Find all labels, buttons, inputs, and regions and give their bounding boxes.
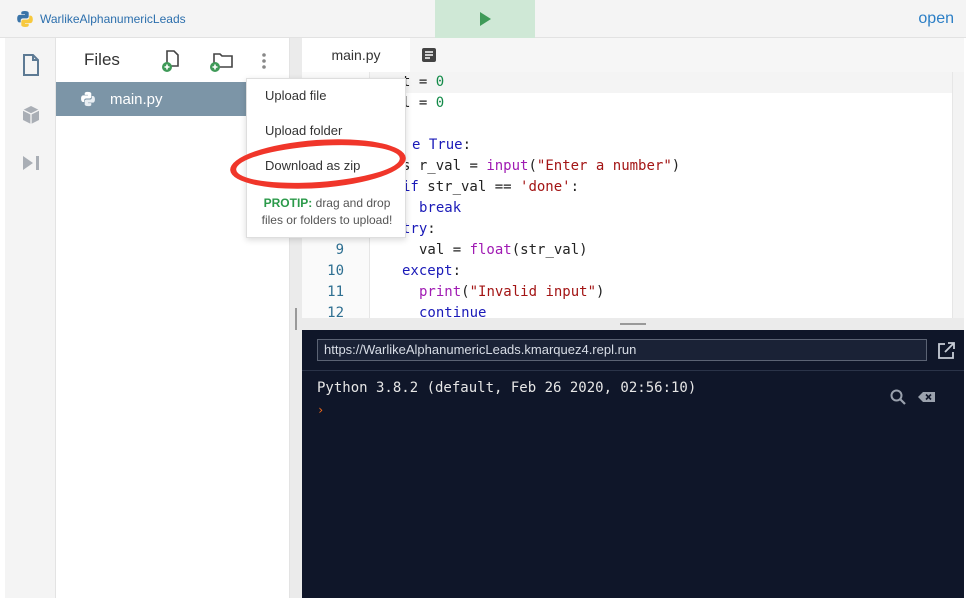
repl-name: WarlikeAlphanumericLeads bbox=[40, 12, 186, 26]
resize-grip bbox=[620, 323, 646, 325]
code-line: t = 0 bbox=[402, 74, 445, 90]
protip-label: PROTIP: bbox=[263, 196, 313, 210]
current-line-highlight bbox=[370, 72, 952, 93]
code-line: print("Invalid input") bbox=[419, 284, 605, 300]
horizontal-resize-handle[interactable] bbox=[302, 318, 964, 330]
console: https://WarlikeAlphanumericLeads.kmarque… bbox=[302, 330, 964, 598]
code-line: except: bbox=[402, 263, 462, 279]
package-icon[interactable] bbox=[20, 104, 42, 126]
files-title: Files bbox=[84, 50, 120, 69]
protip: PROTIP: drag and drop files or folders t… bbox=[253, 195, 401, 229]
line-number: 11 bbox=[327, 284, 344, 300]
code-line: e True: bbox=[412, 137, 472, 153]
file-icon[interactable] bbox=[20, 54, 42, 76]
clear-icon[interactable] bbox=[917, 388, 937, 406]
top-bar: WarlikeAlphanumericLeads open bbox=[0, 0, 966, 38]
menu-item-upload-folder[interactable]: Upload folder bbox=[247, 114, 405, 148]
more-icon[interactable] bbox=[252, 49, 276, 73]
file-options-menu: Upload file Upload folder Download as zi… bbox=[246, 78, 406, 238]
line-number: 10 bbox=[327, 263, 344, 279]
code-line: l = 0 bbox=[402, 95, 445, 111]
python-file-icon bbox=[81, 91, 95, 107]
open-link[interactable]: open bbox=[918, 10, 954, 28]
console-divider bbox=[302, 370, 964, 371]
menu-item-upload-file[interactable]: Upload file bbox=[247, 79, 405, 113]
code-line: val = float(str_val) bbox=[419, 242, 588, 258]
add-file-icon[interactable] bbox=[160, 49, 184, 73]
brand[interactable]: WarlikeAlphanumericLeads bbox=[16, 10, 186, 28]
editor-scrollbar[interactable] bbox=[952, 72, 964, 322]
external-link-icon[interactable] bbox=[936, 341, 956, 361]
console-prompt[interactable]: › bbox=[317, 403, 324, 417]
tab-main-py[interactable]: main.py bbox=[302, 38, 410, 72]
app-window: WarlikeAlphanumericLeads open Files main… bbox=[0, 0, 966, 602]
python-logo-icon bbox=[17, 11, 33, 27]
play-icon bbox=[479, 12, 491, 26]
run-button[interactable] bbox=[435, 0, 535, 38]
code-line: break bbox=[419, 200, 462, 216]
console-output: Python 3.8.2 (default, Feb 26 2020, 02:5… bbox=[317, 380, 697, 396]
code-line: try: bbox=[402, 221, 436, 237]
notes-icon[interactable] bbox=[422, 48, 436, 62]
line-number: 9 bbox=[335, 242, 344, 258]
code-line: if str_val == 'done': bbox=[402, 179, 580, 195]
debugger-icon[interactable] bbox=[20, 152, 42, 174]
left-rail bbox=[5, 38, 56, 598]
file-name: main.py bbox=[110, 90, 163, 108]
menu-item-download-zip[interactable]: Download as zip bbox=[247, 149, 405, 183]
add-folder-icon[interactable] bbox=[208, 49, 233, 73]
repl-url-field[interactable]: https://WarlikeAlphanumericLeads.kmarque… bbox=[317, 339, 927, 361]
resize-grip bbox=[295, 308, 297, 330]
code-line: s_r_val = input("Enter a number") bbox=[402, 158, 681, 174]
editor-tabs: main.py bbox=[302, 38, 964, 72]
search-icon[interactable] bbox=[889, 388, 907, 406]
